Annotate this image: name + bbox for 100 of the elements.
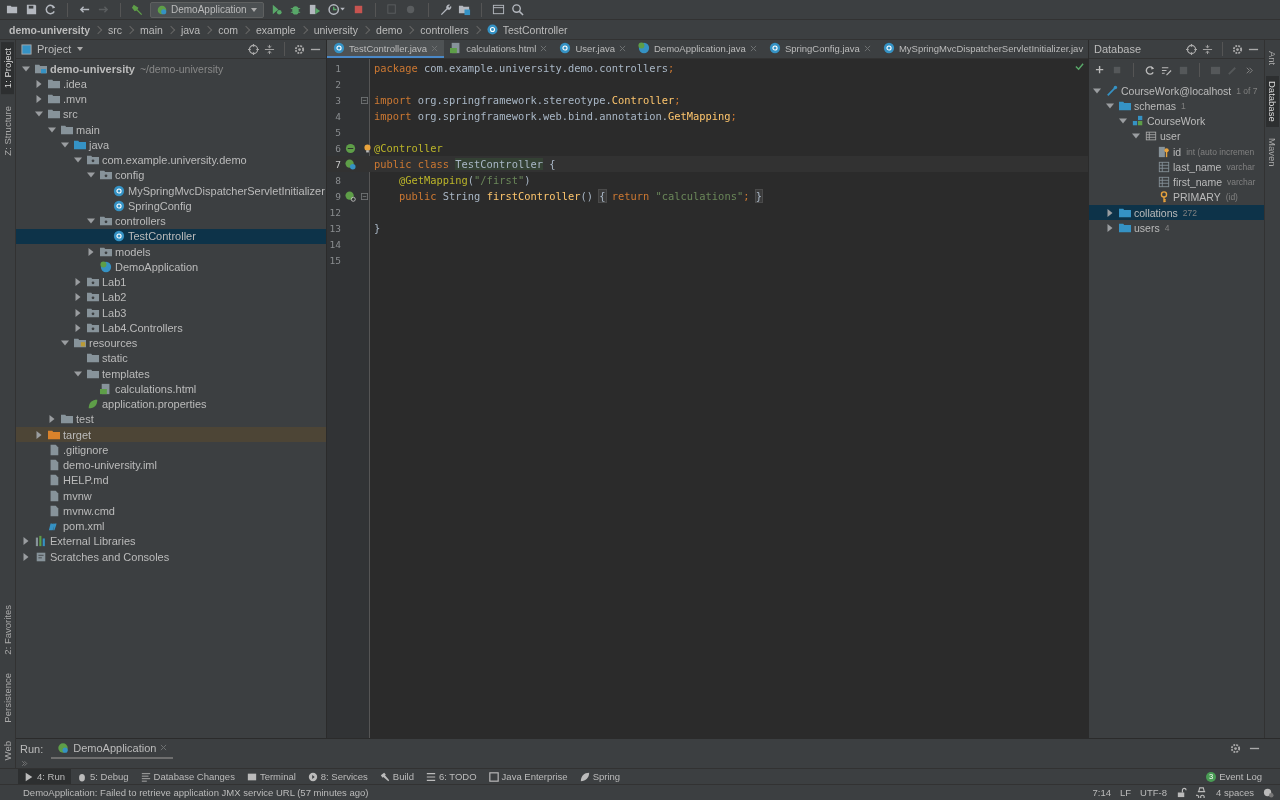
settings-icon[interactable] xyxy=(294,43,305,55)
breadcrumb-item[interactable]: demo-university xyxy=(9,23,91,36)
collapsed-arrow-icon[interactable] xyxy=(74,323,82,332)
collapsed-arrow-icon[interactable] xyxy=(74,293,82,302)
close-icon[interactable] xyxy=(540,44,548,52)
collapsed-arrow-icon[interactable] xyxy=(1106,208,1114,217)
collapsed-arrow-icon[interactable] xyxy=(22,552,30,561)
close-icon[interactable] xyxy=(619,44,626,52)
collapse-all-icon[interactable] xyxy=(264,43,275,55)
expanded-arrow-icon[interactable] xyxy=(35,110,43,119)
breadcrumb-item[interactable]: com xyxy=(218,23,238,36)
line-separator[interactable]: LF xyxy=(1119,787,1132,798)
breadcrumb-item[interactable]: java xyxy=(180,23,201,36)
tree-item[interactable]: .idea xyxy=(16,76,326,92)
tree-item[interactable]: CourseWork xyxy=(1089,113,1264,129)
settings-icon[interactable] xyxy=(1232,43,1243,55)
expanded-arrow-icon[interactable] xyxy=(74,369,82,378)
locate-icon[interactable] xyxy=(248,43,259,55)
expanded-arrow-icon[interactable] xyxy=(1093,86,1101,95)
double-chevron-icon[interactable] xyxy=(20,758,29,768)
breadcrumb-item[interactable]: example xyxy=(256,23,296,36)
tree-item[interactable]: Scratches and Consoles xyxy=(16,549,326,565)
tree-item[interactable]: .mvn xyxy=(16,91,326,107)
tool-window-button[interactable]: 5: Debug xyxy=(71,768,135,785)
tree-item[interactable]: config xyxy=(16,167,326,183)
tool-window-button[interactable]: Terminal xyxy=(240,768,302,785)
locate-icon[interactable] xyxy=(1186,43,1197,55)
tree-item[interactable]: Lab4.Controllers xyxy=(16,320,326,336)
tool-window-button[interactable]: 8: Services xyxy=(301,768,374,785)
collapsed-arrow-icon[interactable] xyxy=(22,537,30,546)
tool-window-button[interactable]: Database Changes xyxy=(134,768,241,785)
close-icon[interactable] xyxy=(160,744,168,751)
breadcrumb-item[interactable]: TestController xyxy=(502,23,568,36)
expanded-arrow-icon[interactable] xyxy=(87,217,95,226)
breadcrumb-item[interactable]: demo xyxy=(376,23,403,36)
collapsed-arrow-icon[interactable] xyxy=(35,95,43,104)
tree-item[interactable]: Lab1 xyxy=(16,274,326,290)
tree-item[interactable]: Lab2 xyxy=(16,289,326,305)
tree-item[interactable]: MySpringMvcDispatcherServletInitializer xyxy=(16,183,326,199)
open-folder-icon[interactable] xyxy=(6,3,19,16)
memory-indicator-icon[interactable] xyxy=(1263,787,1274,798)
run-configuration-dropdown[interactable]: DemoApplication xyxy=(150,1,264,18)
settings-icon[interactable] xyxy=(1230,743,1241,754)
tree-item[interactable]: user xyxy=(1089,128,1264,144)
tree-item[interactable]: calculations.html xyxy=(16,381,326,397)
indent-setting[interactable]: 4 spaces xyxy=(1215,787,1254,798)
collapsed-arrow-icon[interactable] xyxy=(74,308,82,317)
collapsed-arrow-icon[interactable] xyxy=(74,278,82,287)
hammer-icon[interactable] xyxy=(131,3,144,16)
collapsed-arrow-icon[interactable] xyxy=(1106,223,1114,232)
expanded-arrow-icon[interactable] xyxy=(1132,132,1140,141)
tree-item[interactable]: test xyxy=(16,411,326,427)
profiler-icon[interactable] xyxy=(326,3,346,16)
expanded-arrow-icon[interactable] xyxy=(1106,101,1114,110)
tool-window-tab[interactable]: 1: Project xyxy=(1,42,14,95)
tool-window-tab[interactable]: Ant xyxy=(1266,46,1279,71)
tree-item[interactable]: static xyxy=(16,350,326,366)
tree-item[interactable]: mvnw xyxy=(16,488,326,504)
lightbulb-icon[interactable] xyxy=(364,144,371,153)
add-icon[interactable] xyxy=(1095,64,1106,76)
tool-window-tab[interactable]: Web xyxy=(1,734,14,766)
breadcrumb-item[interactable]: controllers xyxy=(420,23,469,36)
tree-item[interactable]: java xyxy=(16,137,326,153)
tree-item[interactable]: main xyxy=(16,122,326,138)
collapsed-arrow-icon[interactable] xyxy=(35,430,43,439)
tool-window-button[interactable]: Java Enterprise xyxy=(482,768,574,785)
project-view-dropdown[interactable]: Project xyxy=(37,43,72,55)
fold-marker-icon[interactable] xyxy=(360,192,368,200)
tree-item[interactable]: templates xyxy=(16,366,326,382)
expanded-arrow-icon[interactable] xyxy=(74,156,82,165)
refresh-icon[interactable] xyxy=(1144,64,1155,76)
expanded-arrow-icon[interactable] xyxy=(22,64,30,73)
tree-item[interactable]: Lab3 xyxy=(16,305,326,321)
bug-icon[interactable] xyxy=(288,3,302,16)
fold-marker-icon[interactable] xyxy=(360,96,368,104)
tree-item[interactable]: .gitignore xyxy=(16,442,326,458)
tree-item[interactable]: resources xyxy=(16,335,326,351)
tree-item[interactable]: DemoApplication xyxy=(16,259,326,275)
save-icon[interactable] xyxy=(25,3,38,16)
breadcrumb-item[interactable]: main xyxy=(140,23,163,36)
tree-item[interactable]: controllers xyxy=(16,213,326,229)
bean-icon[interactable] xyxy=(344,142,356,154)
editor-tab[interactable]: User.java xyxy=(553,40,632,58)
tree-item[interactable]: demo-university ~/demo-university xyxy=(16,61,326,77)
tree-item[interactable]: demo-university.iml xyxy=(16,457,326,473)
tool-window-tab[interactable]: 2: Favorites xyxy=(1,599,14,661)
tree-item[interactable]: com.example.university.demo xyxy=(16,152,326,168)
bean-icon[interactable] xyxy=(344,190,356,202)
tree-item[interactable]: pom.xml xyxy=(16,518,326,534)
file-encoding[interactable]: UTF-8 xyxy=(1140,787,1167,798)
project-structure-icon[interactable] xyxy=(457,3,471,16)
tool-window-button[interactable]: Build xyxy=(373,768,420,785)
tool-window-tab[interactable]: Database xyxy=(1266,76,1279,127)
breadcrumb-item[interactable]: src xyxy=(108,23,123,36)
collapsed-arrow-icon[interactable] xyxy=(35,79,43,88)
tree-item[interactable]: models xyxy=(16,244,326,260)
coverage-icon[interactable] xyxy=(307,3,321,16)
wrench-icon[interactable] xyxy=(438,3,452,16)
editor-tab[interactable]: MySpringMvcDispatcherServletInitializer.jav xyxy=(876,40,1088,58)
tree-item[interactable]: src xyxy=(16,106,326,122)
